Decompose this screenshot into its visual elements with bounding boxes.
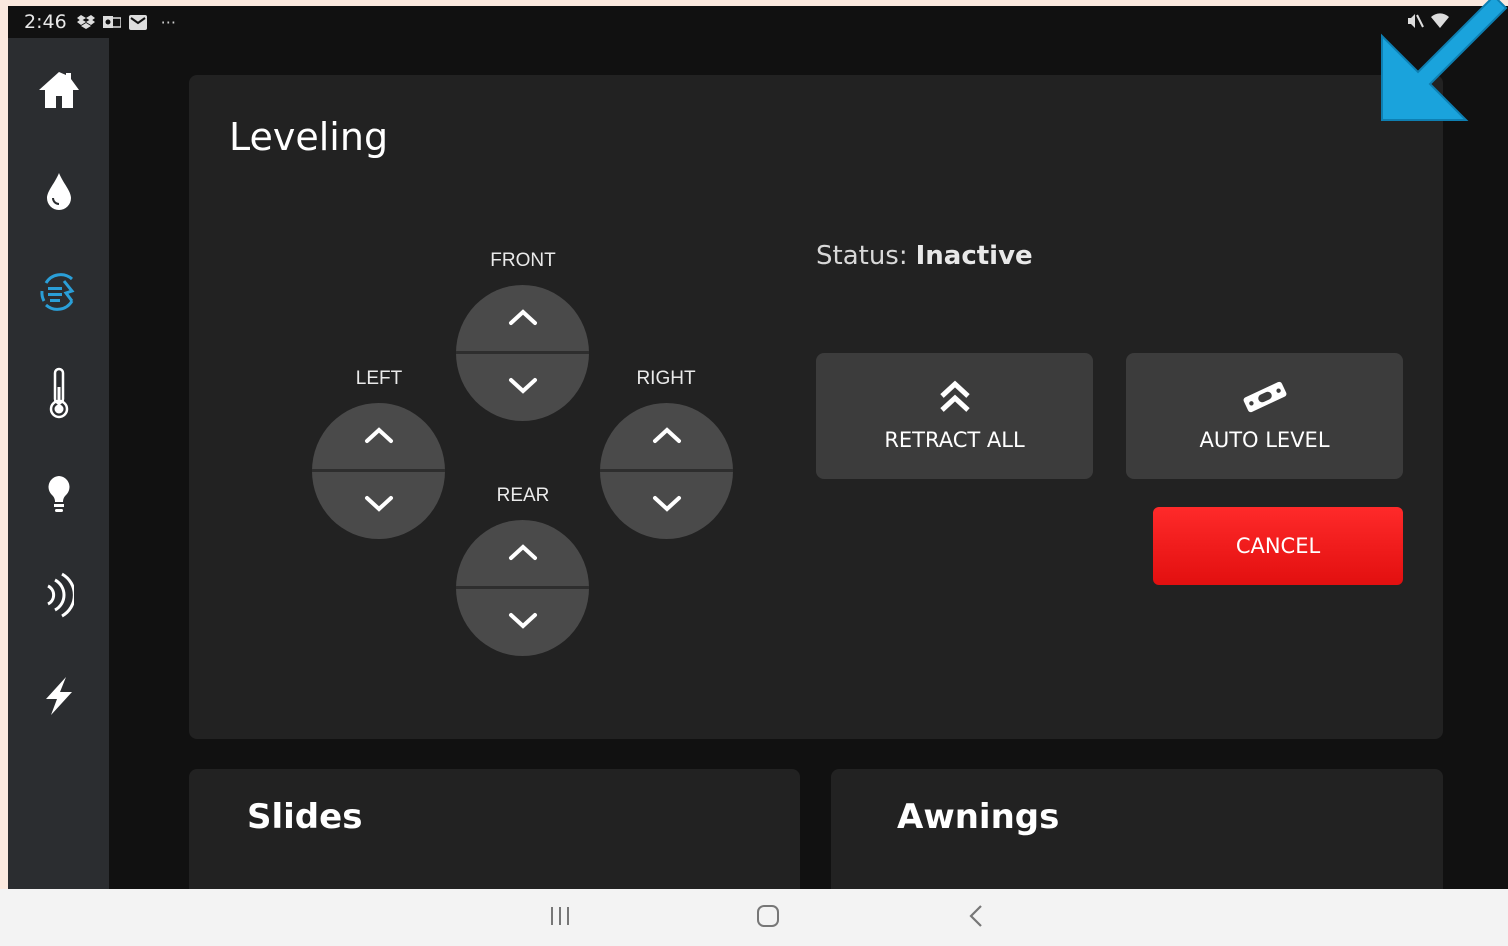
- sidebar: [8, 38, 109, 889]
- rear-jack-control: [456, 520, 589, 656]
- tablet-screen: 2:46 ··· Leveling FRONT LEFT RIGHT REAR …: [8, 6, 1508, 889]
- left-label: LEFT: [355, 368, 403, 389]
- water-drop-icon: [45, 171, 73, 215]
- left-jack-control: [312, 403, 445, 539]
- sidebar-item-temperature[interactable]: [8, 355, 109, 435]
- right-jack-control: [600, 403, 733, 539]
- back-icon: [968, 904, 984, 932]
- chevron-down-icon: [364, 494, 394, 518]
- front-jack-control: [456, 285, 589, 421]
- auto-level-label: AUTO LEVEL: [1199, 428, 1330, 452]
- thermometer-icon: [46, 367, 72, 423]
- leveling-status: Status: Inactive: [816, 241, 1033, 271]
- lightbulb-icon: [45, 474, 73, 518]
- chevron-down-icon: [508, 611, 538, 635]
- status-bar: 2:46 ···: [8, 6, 1508, 38]
- lightning-icon: [42, 675, 76, 721]
- leveling-panel: Leveling FRONT LEFT RIGHT REAR Status: I…: [189, 75, 1443, 739]
- mail-icon: [128, 14, 147, 30]
- more-icon: ···: [160, 12, 176, 32]
- slides-panel[interactable]: Slides: [189, 769, 800, 889]
- sound-waves-icon: [44, 572, 76, 622]
- right-label: RIGHT: [636, 368, 696, 389]
- rear-down-button[interactable]: [456, 589, 589, 656]
- leveling-title: Leveling: [229, 115, 389, 159]
- dropbox-icon: [76, 14, 95, 30]
- front-label: FRONT: [490, 250, 556, 271]
- home-nav-button[interactable]: [748, 901, 788, 935]
- status-time: 2:46: [24, 11, 67, 33]
- chevron-up-icon: [652, 425, 682, 449]
- double-chevron-up-icon: [939, 380, 971, 418]
- awnings-panel[interactable]: Awnings: [831, 769, 1443, 889]
- chevron-up-icon: [508, 307, 538, 331]
- status-label: Status:: [816, 241, 908, 271]
- back-button[interactable]: [956, 901, 996, 935]
- annotation-arrow-icon: [1378, 0, 1508, 134]
- left-down-button[interactable]: [312, 472, 445, 539]
- left-up-button[interactable]: [312, 403, 445, 470]
- recents-button[interactable]: [540, 901, 580, 935]
- right-up-button[interactable]: [600, 403, 733, 470]
- right-down-button[interactable]: [600, 472, 733, 539]
- slides-title: Slides: [247, 797, 363, 837]
- retract-all-button[interactable]: RETRACT ALL: [816, 353, 1093, 479]
- home-nav-icon: [756, 904, 780, 932]
- retract-all-label: RETRACT ALL: [884, 428, 1025, 452]
- auto-level-button[interactable]: AUTO LEVEL: [1126, 353, 1403, 479]
- chevron-down-icon: [652, 494, 682, 518]
- home-icon: [37, 69, 81, 115]
- sidebar-item-lights[interactable]: [8, 456, 109, 536]
- recents-icon: [549, 906, 571, 930]
- spirit-level-icon: [1242, 380, 1288, 418]
- rear-label: REAR: [496, 485, 550, 506]
- sidebar-item-power[interactable]: [8, 658, 109, 738]
- cancel-button[interactable]: CANCEL: [1153, 507, 1403, 585]
- front-up-button[interactable]: [456, 285, 589, 352]
- sidebar-item-sound[interactable]: [8, 557, 109, 637]
- sidebar-item-leveling[interactable]: [8, 254, 109, 334]
- leveling-icon: [36, 269, 82, 319]
- chevron-up-icon: [508, 542, 538, 566]
- status-value: Inactive: [915, 241, 1033, 271]
- outlook-icon: [102, 14, 121, 30]
- system-nav-bar: [0, 889, 1508, 946]
- rear-up-button[interactable]: [456, 520, 589, 587]
- front-down-button[interactable]: [456, 354, 589, 421]
- chevron-up-icon: [364, 425, 394, 449]
- sidebar-item-home[interactable]: [8, 52, 109, 132]
- sidebar-item-water[interactable]: [8, 153, 109, 233]
- awnings-title: Awnings: [897, 797, 1060, 837]
- chevron-down-icon: [508, 376, 538, 400]
